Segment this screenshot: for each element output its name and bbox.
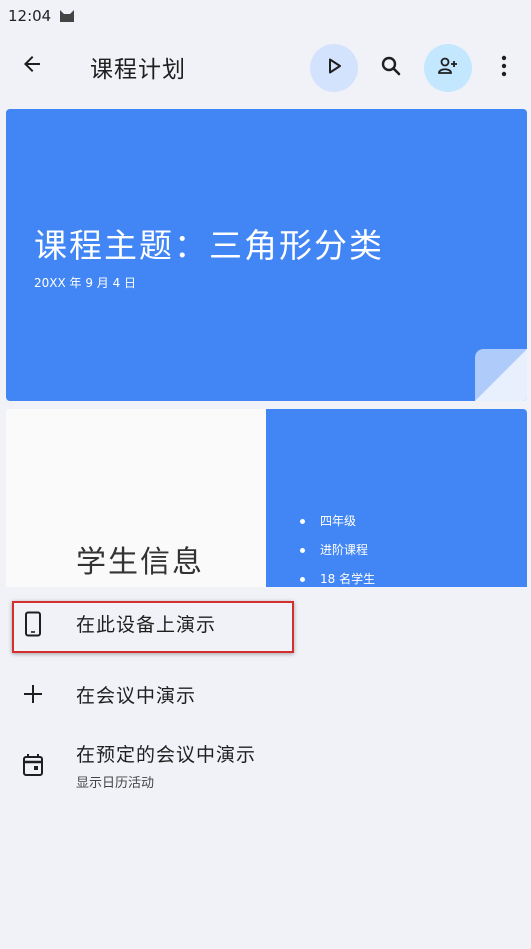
present-on-device-option[interactable]: 在此设备上演示 <box>0 598 531 650</box>
top-app-bar: 课程计划 <box>0 32 531 104</box>
search-button[interactable] <box>367 44 415 92</box>
slide-date: 20XX 年 9 月 4 日 <box>34 276 137 290</box>
present-in-scheduled-meeting-option[interactable]: 在预定的会议中演示 显示日历活动 <box>0 736 531 800</box>
cat-icon <box>59 9 75 23</box>
search-icon <box>379 54 403 82</box>
slide-right-panel: 四年级 进阶课程 18 名学生 <box>266 409 527 587</box>
more-options-button[interactable] <box>482 44 526 92</box>
phone-icon <box>20 611 46 637</box>
status-time: 12:04 <box>8 7 52 25</box>
bullet-item: 四年级 <box>298 507 375 536</box>
back-button[interactable] <box>10 44 54 88</box>
slide-thumbnail-1[interactable]: 课程主题：三角形分类 20XX 年 9 月 4 日 <box>6 109 527 401</box>
more-vert-icon <box>501 55 507 81</box>
page-title: 课程计划 <box>90 57 186 83</box>
back-arrow-icon <box>20 52 44 80</box>
page-fold-decoration <box>475 349 527 401</box>
bullet-list: 四年级 进阶课程 18 名学生 <box>298 507 375 587</box>
present-button[interactable] <box>310 44 358 92</box>
plus-icon <box>20 681 46 707</box>
bullet-item: 18 名学生 <box>298 565 375 587</box>
menu-label: 在此设备上演示 <box>76 614 217 636</box>
play-icon <box>324 56 344 80</box>
status-bar: 12:04 <box>0 0 531 32</box>
add-person-icon <box>437 55 459 81</box>
menu-label: 在预定的会议中演示 <box>76 744 257 766</box>
slide-heading: 学生信息 <box>76 545 204 580</box>
bullet-item: 进阶课程 <box>298 536 375 565</box>
menu-label: 在会议中演示 <box>76 685 197 707</box>
slide-left-panel: 学生信息 <box>6 409 266 587</box>
slide-thumbnail-2[interactable]: 学生信息 四年级 进阶课程 18 名学生 <box>6 409 527 587</box>
share-button[interactable] <box>424 44 472 92</box>
menu-sublabel: 显示日历活动 <box>76 776 155 791</box>
calendar-icon <box>20 752 46 778</box>
slide-title: 课程主题：三角形分类 <box>34 226 384 265</box>
present-in-meeting-option[interactable]: 在会议中演示 <box>0 668 531 720</box>
